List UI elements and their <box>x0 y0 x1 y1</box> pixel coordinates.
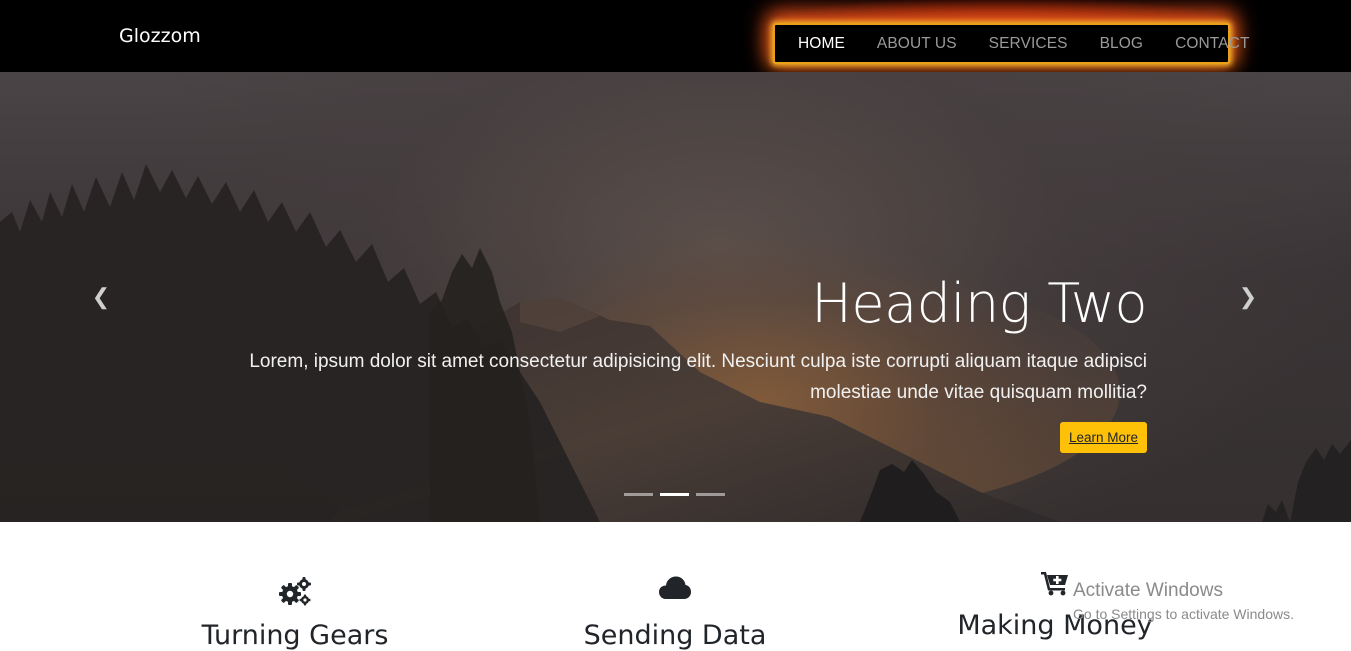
feature-title: Turning Gears <box>201 620 389 651</box>
nav-item-home: HOME <box>787 34 866 54</box>
carousel-indicator-3[interactable] <box>696 493 725 496</box>
nav-link-blog[interactable]: BLOG <box>1089 34 1154 54</box>
carousel-indicator-1[interactable] <box>624 493 653 496</box>
watermark-subtitle: Go to Settings to activate Windows. <box>1073 606 1294 622</box>
nav-link-about-us[interactable]: ABOUT US <box>866 34 968 54</box>
learn-more-button[interactable]: Learn More <box>1059 422 1147 453</box>
nav-link-services[interactable]: SERVICES <box>978 34 1079 54</box>
nav-item-about: ABOUT US <box>866 34 978 54</box>
watermark-title: Activate Windows <box>1073 580 1223 601</box>
feature-sending-data: Sending Data <box>550 575 800 651</box>
nav-item-services: SERVICES <box>978 34 1089 54</box>
nav-link-home[interactable]: HOME <box>787 34 856 54</box>
carousel-next-button[interactable]: ❯ <box>1233 282 1263 312</box>
gears-icon <box>279 577 311 606</box>
hero-carousel: ❮ ❯ Heading Two Lorem, ipsum dolor sit a… <box>0 72 1351 522</box>
nav-item-contact: CONTACT <box>1164 34 1260 54</box>
carousel-indicator-2[interactable] <box>660 493 689 496</box>
nav-menu: HOME ABOUT US SERVICES BLOG CONTACT <box>787 34 1261 54</box>
cart-plus-icon <box>1041 572 1068 596</box>
carousel-prev-button[interactable]: ❮ <box>86 282 116 312</box>
brand-logo[interactable]: Glozzom <box>119 25 201 47</box>
carousel-indicators <box>624 493 725 496</box>
slide-text: Lorem, ipsum dolor sit amet consectetur … <box>249 351 1147 403</box>
nav-item-blog: BLOG <box>1089 34 1164 54</box>
nav-glow-effect <box>790 0 1210 22</box>
navbar: Glozzom HOME ABOUT US SERVICES BLOG CONT… <box>0 0 1351 72</box>
activate-windows-watermark: Activate Windows Go to Settings to activ… <box>1073 580 1294 625</box>
feature-title: Sending Data <box>583 620 767 651</box>
nav-link-contact[interactable]: CONTACT <box>1164 34 1260 54</box>
carousel-caption: Heading Two Lorem, ipsum dolor sit amet … <box>247 272 1148 453</box>
slide-heading: Heading Two <box>811 272 1147 335</box>
chevron-right-icon: ❯ <box>1238 284 1258 309</box>
feature-turning-gears: Turning Gears <box>170 575 420 651</box>
chevron-left-icon: ❮ <box>91 284 111 309</box>
cloud-icon <box>659 576 691 599</box>
